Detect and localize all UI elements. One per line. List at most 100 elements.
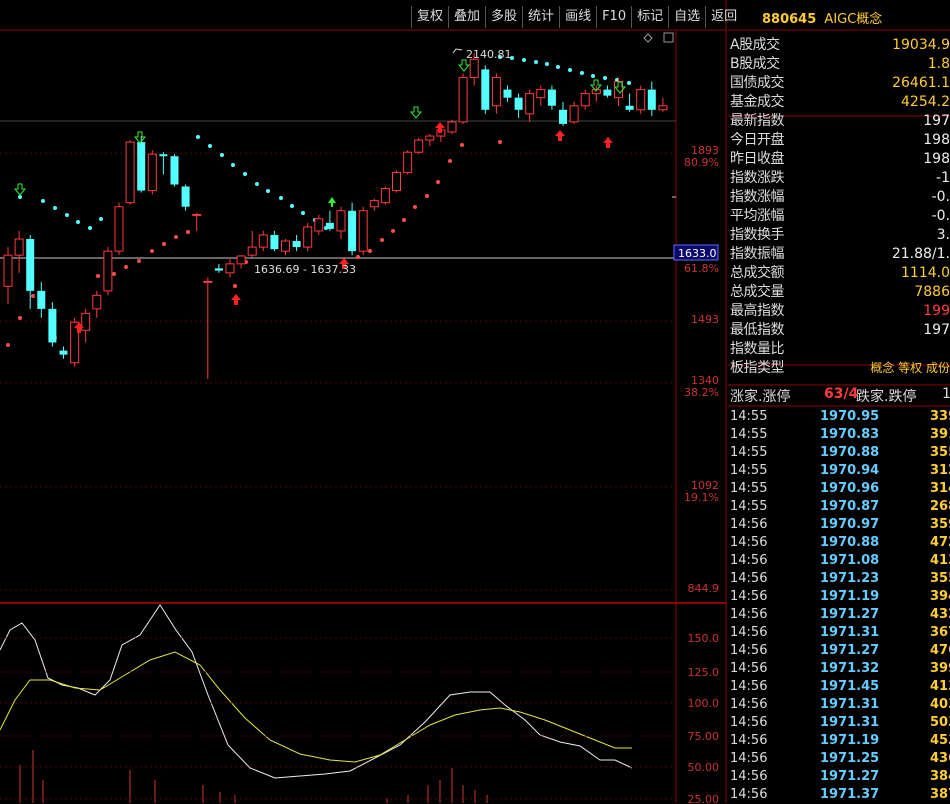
sell-arrow-icon — [133, 131, 147, 144]
fib-label: 61.8% — [684, 262, 719, 275]
fib-label: 19.1% — [684, 491, 719, 504]
sar-dot — [448, 159, 452, 163]
candle-body-down — [325, 222, 334, 229]
candle-body-up — [258, 234, 268, 248]
sar-dot — [231, 163, 235, 167]
info-value: 198 — [923, 132, 950, 148]
tick-volume: 384 — [930, 769, 950, 784]
tick-row: 14:55 1970.88 355 — [728, 444, 950, 462]
sar-dot — [380, 238, 384, 242]
toolbar-button-4[interactable]: 画线 — [559, 6, 596, 28]
buy-arrow-icon — [555, 130, 565, 141]
sar-dot — [391, 229, 395, 233]
candle-body-down — [170, 156, 179, 185]
info-value: 概念 等权 成份 — [870, 361, 950, 375]
candle-body-down — [48, 308, 57, 343]
buy-arrow-icon — [603, 137, 613, 148]
sar-dot — [534, 60, 538, 64]
tick-price: 1971.45 — [820, 679, 880, 694]
info-row: B股成交 1.8 — [728, 55, 950, 74]
candle-body-down — [559, 109, 567, 124]
info-key: 板指类型 — [730, 360, 785, 376]
info-key: 总成交量 — [730, 284, 785, 300]
toolbar-button-0[interactable]: 复权 — [411, 6, 448, 28]
info-key: 指数涨跌 — [730, 170, 785, 186]
tick-row: 14:56 1971.19 453 — [728, 732, 950, 750]
candle-body-down — [481, 69, 490, 110]
info-value: -0. — [931, 189, 950, 205]
info-row: 指数涨幅 -0. — [728, 188, 950, 207]
tick-price: 1971.27 — [820, 643, 880, 658]
tick-volume: 367 — [930, 625, 950, 640]
candle-body-up — [525, 93, 535, 115]
tick-row: 14:56 1971.31 503 — [728, 714, 950, 732]
tick-volume: 399 — [930, 661, 950, 676]
toolbar-button-7[interactable]: 自选 — [668, 6, 705, 28]
toolbar: 复权 叠加 多股 统计 画线 F10 标记 自选 返回 — [411, 6, 742, 28]
tick-row: 14:56 1971.27 432 — [728, 606, 950, 624]
tick-price: 1971.19 — [820, 589, 880, 604]
tick-price: 1970.88 — [820, 535, 880, 550]
sar-dot — [498, 140, 502, 144]
osc-label: 75.00 — [688, 730, 720, 743]
info-value: 21.88/1. — [891, 246, 950, 262]
toolbar-button-5[interactable]: F10 — [596, 6, 631, 28]
tick-volume: 403 — [930, 697, 950, 712]
info-value: 199 — [923, 303, 950, 319]
tick-list[interactable]: 14:55 1970.95 339 14:55 1970.83 391 14:55 1970.… — [728, 408, 950, 804]
sar-dot — [162, 242, 166, 246]
toolbar-button-6[interactable]: 标记 — [631, 6, 668, 28]
candle-body-down — [159, 154, 168, 157]
marker-icon — [328, 197, 336, 207]
sar-dot — [627, 81, 631, 85]
candle-body-up — [336, 210, 346, 232]
tick-row: 14:56 1970.88 472 — [728, 534, 950, 552]
info-row: 基金成交 4254.2 — [728, 93, 950, 112]
tick-row: 14:55 1970.96 314 — [728, 480, 950, 498]
tick-price: 1970.94 — [820, 463, 880, 478]
info-row: 昨日收盘 198 — [728, 150, 950, 169]
sar-dot — [208, 144, 212, 148]
info-value: 1114.0 — [901, 265, 950, 281]
sar-dot — [174, 235, 178, 239]
tick-volume: 268 — [930, 499, 950, 514]
info-key: 今日开盘 — [730, 132, 785, 148]
info-key: 总成交额 — [730, 265, 785, 281]
toolbar-button-1[interactable]: 叠加 — [448, 6, 485, 28]
tick-time: 14:56 — [730, 517, 768, 532]
high-annotation: 2140.81 — [466, 48, 512, 61]
tick-volume: 432 — [930, 607, 950, 622]
info-key: B股成交 — [730, 56, 780, 72]
candle-body-up — [314, 218, 324, 232]
tick-volume: 453 — [930, 733, 950, 748]
candle-body-up — [303, 226, 313, 248]
buy-arrow-icon — [231, 294, 241, 305]
tick-time: 14:56 — [730, 643, 768, 658]
osc-line-yellow — [0, 651, 632, 763]
range-annotation: 1636.69 - 1637.33 — [254, 263, 356, 276]
toolbar-button-2[interactable]: 多股 — [485, 6, 522, 28]
tick-row: 14:56 1971.31 367 — [728, 624, 950, 642]
info-row: 今日开盘 198 — [728, 131, 950, 150]
toolbar-button-3[interactable]: 统计 — [522, 6, 559, 28]
sar-dot — [6, 343, 10, 347]
tick-price: 1971.23 — [820, 571, 880, 586]
tick-volume: 339 — [930, 409, 950, 424]
tick-volume: 394 — [930, 589, 950, 604]
osc-label: 125.0 — [688, 666, 720, 679]
info-row: 平均涨幅 -0. — [728, 207, 950, 226]
candle-body-up — [14, 238, 24, 256]
tick-price: 1970.83 — [820, 427, 880, 442]
info-row: 指数涨跌 -1 — [728, 169, 950, 188]
candle-body-down — [270, 234, 279, 250]
tick-price: 1971.32 — [820, 661, 880, 676]
info-key: 昨日收盘 — [730, 151, 785, 167]
candle-body-up — [358, 210, 368, 252]
candle-body-up — [369, 200, 379, 208]
sar-dot — [290, 204, 294, 208]
up-value: 63/4 — [824, 386, 859, 402]
sar-dot — [255, 182, 259, 186]
sar-dot — [31, 294, 35, 298]
osc-label: 150.0 — [688, 632, 720, 645]
candle-body-up — [491, 76, 501, 107]
